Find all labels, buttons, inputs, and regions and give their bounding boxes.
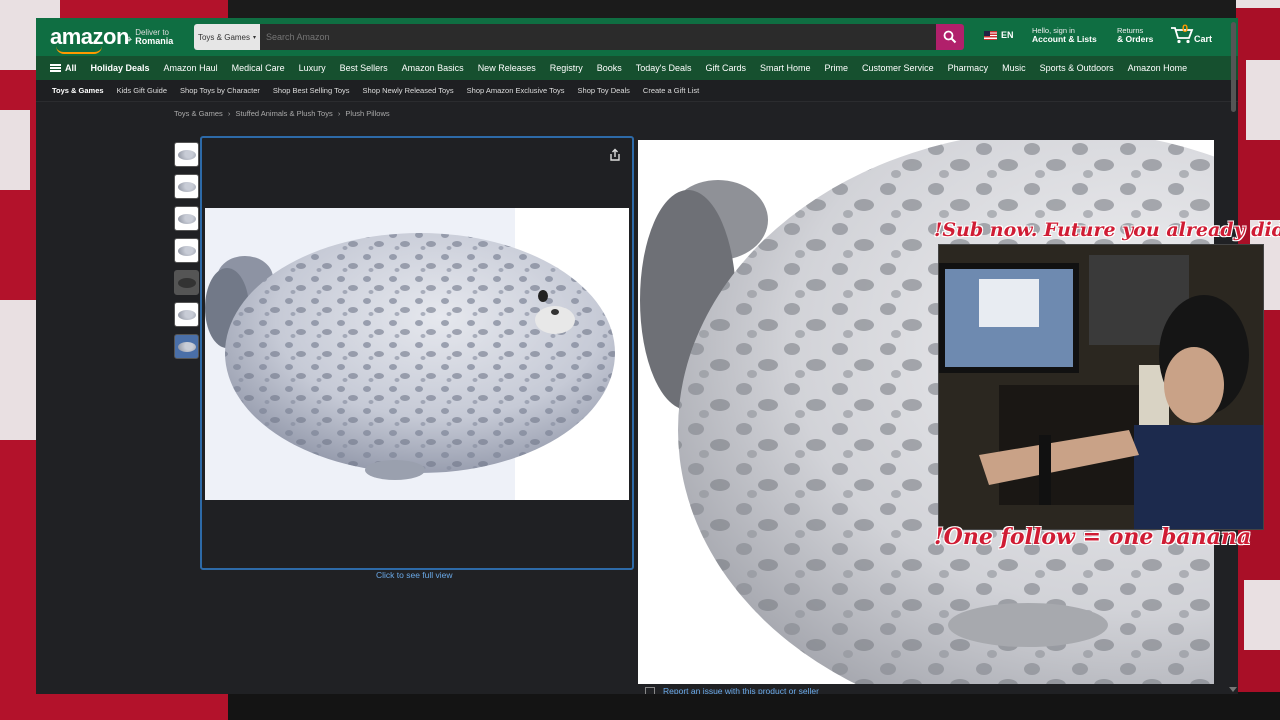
- amazon-logo[interactable]: amazon: [50, 24, 129, 54]
- overlay-top-text: !Sub now. Future you already did.: [934, 219, 1280, 241]
- breadcrumb-separator: ›: [337, 109, 341, 118]
- subnav-item[interactable]: Toys & Games: [52, 86, 104, 95]
- us-flag-icon: [984, 30, 997, 40]
- stream-bottom-strip: [0, 692, 1280, 720]
- search-button[interactable]: [936, 24, 964, 50]
- subnav-item[interactable]: Shop Amazon Exclusive Toys: [467, 86, 565, 95]
- search-category-label: Toys & Games: [197, 32, 250, 42]
- subnav-item[interactable]: Shop Toy Deals: [578, 86, 630, 95]
- amazon-header: amazon ⌖ Deliver to Romania Toys & Games…: [36, 18, 1238, 56]
- hamburger-icon: [50, 64, 61, 72]
- thumbnail[interactable]: [174, 142, 199, 167]
- thumbnail[interactable]: [174, 302, 199, 327]
- search-input[interactable]: [260, 24, 936, 50]
- scroll-down-icon[interactable]: [1229, 687, 1237, 692]
- nav-item[interactable]: Amazon Home: [1128, 63, 1188, 73]
- search-icon: [943, 30, 957, 44]
- nav-item[interactable]: Customer Service: [862, 63, 934, 73]
- nav-item[interactable]: Amazon Basics: [402, 63, 464, 73]
- webcam-overlay: [938, 244, 1264, 530]
- language-selector[interactable]: EN: [984, 30, 1014, 40]
- cart-label: Cart: [1194, 34, 1213, 44]
- subnav-item[interactable]: Create a Gift List: [643, 86, 699, 95]
- subnav-item[interactable]: Kids Gift Guide: [117, 86, 167, 95]
- main-image-frame[interactable]: [200, 136, 634, 570]
- nav-item[interactable]: Medical Care: [232, 63, 285, 73]
- subnav-item[interactable]: Shop Newly Released Toys: [363, 86, 454, 95]
- seal-plush-image: [205, 208, 615, 500]
- search-category-select[interactable]: Toys & Games ▾: [194, 24, 260, 50]
- orders-label: & Orders: [1117, 34, 1154, 45]
- nav-item[interactable]: Pharmacy: [948, 63, 989, 73]
- breadcrumb-link[interactable]: Toys & Games: [174, 109, 223, 118]
- nav-item[interactable]: Luxury: [299, 63, 326, 73]
- nav-item[interactable]: Registry: [550, 63, 583, 73]
- nav-all-label: All: [65, 63, 77, 73]
- full-view-link[interactable]: Click to see full view: [376, 570, 453, 580]
- nav-all-menu[interactable]: All: [50, 63, 77, 73]
- cart-count: 0: [1182, 23, 1189, 35]
- share-icon[interactable]: [608, 148, 622, 162]
- breadcrumb: Toys & Games › Stuffed Animals & Plush T…: [174, 109, 393, 118]
- breadcrumb-separator: ›: [227, 109, 231, 118]
- product-main-image[interactable]: [205, 208, 629, 500]
- deliver-to[interactable]: ⌖ Deliver to Romania: [126, 28, 174, 46]
- report-issue[interactable]: Report an issue with this product or sel…: [645, 686, 819, 694]
- nav-item[interactable]: Best Sellers: [340, 63, 388, 73]
- search-bar: Toys & Games ▾: [194, 24, 964, 50]
- nav-item[interactable]: Music: [1002, 63, 1026, 73]
- thumbnail[interactable]: [174, 270, 199, 295]
- thumbnail[interactable]: [174, 334, 199, 359]
- subnav-item[interactable]: Shop Toys by Character: [180, 86, 260, 95]
- nav-item[interactable]: New Releases: [478, 63, 536, 73]
- language-label: EN: [1001, 30, 1014, 40]
- breadcrumb-link[interactable]: Plush Pillows: [345, 109, 389, 118]
- nav-item[interactable]: Smart Home: [760, 63, 811, 73]
- thumbnail-strip: [174, 142, 199, 359]
- breadcrumb-link[interactable]: Stuffed Animals & Plush Toys: [235, 109, 332, 118]
- account-lists[interactable]: Hello, sign in Account & Lists: [1032, 26, 1097, 45]
- overlay-bottom-text: !One follow = one banana: [934, 524, 1252, 550]
- thumbnail[interactable]: [174, 206, 199, 231]
- page-scrollbar[interactable]: [1231, 22, 1236, 112]
- nav-item[interactable]: Today's Deals: [636, 63, 692, 73]
- streamer-webcam-image: [939, 245, 1263, 529]
- chevron-down-icon: ▾: [253, 34, 257, 41]
- returns-orders[interactable]: Returns & Orders: [1117, 26, 1154, 45]
- account-label: Account & Lists: [1032, 34, 1097, 45]
- nav-item[interactable]: Books: [597, 63, 622, 73]
- thumbnail[interactable]: [174, 174, 199, 199]
- logo-smile-icon: [56, 46, 102, 54]
- nav-item[interactable]: Prime: [825, 63, 849, 73]
- nav-item[interactable]: Holiday Deals: [91, 63, 150, 73]
- nav-item[interactable]: Amazon Haul: [164, 63, 218, 73]
- thumbnail[interactable]: [174, 238, 199, 263]
- nav-item[interactable]: Sports & Outdoors: [1040, 63, 1114, 73]
- subnav-item[interactable]: Shop Best Selling Toys: [273, 86, 350, 95]
- main-nav: All Holiday Deals Amazon Haul Medical Ca…: [36, 56, 1238, 80]
- report-issue-link[interactable]: Report an issue with this product or sel…: [663, 686, 819, 694]
- nav-item[interactable]: Gift Cards: [706, 63, 747, 73]
- cart-button[interactable]: 0 Cart: [1170, 23, 1213, 44]
- comment-icon: [645, 687, 655, 694]
- toys-subnav: Toys & Games Kids Gift Guide Shop Toys b…: [36, 80, 1238, 102]
- deliver-country: Romania: [135, 35, 174, 46]
